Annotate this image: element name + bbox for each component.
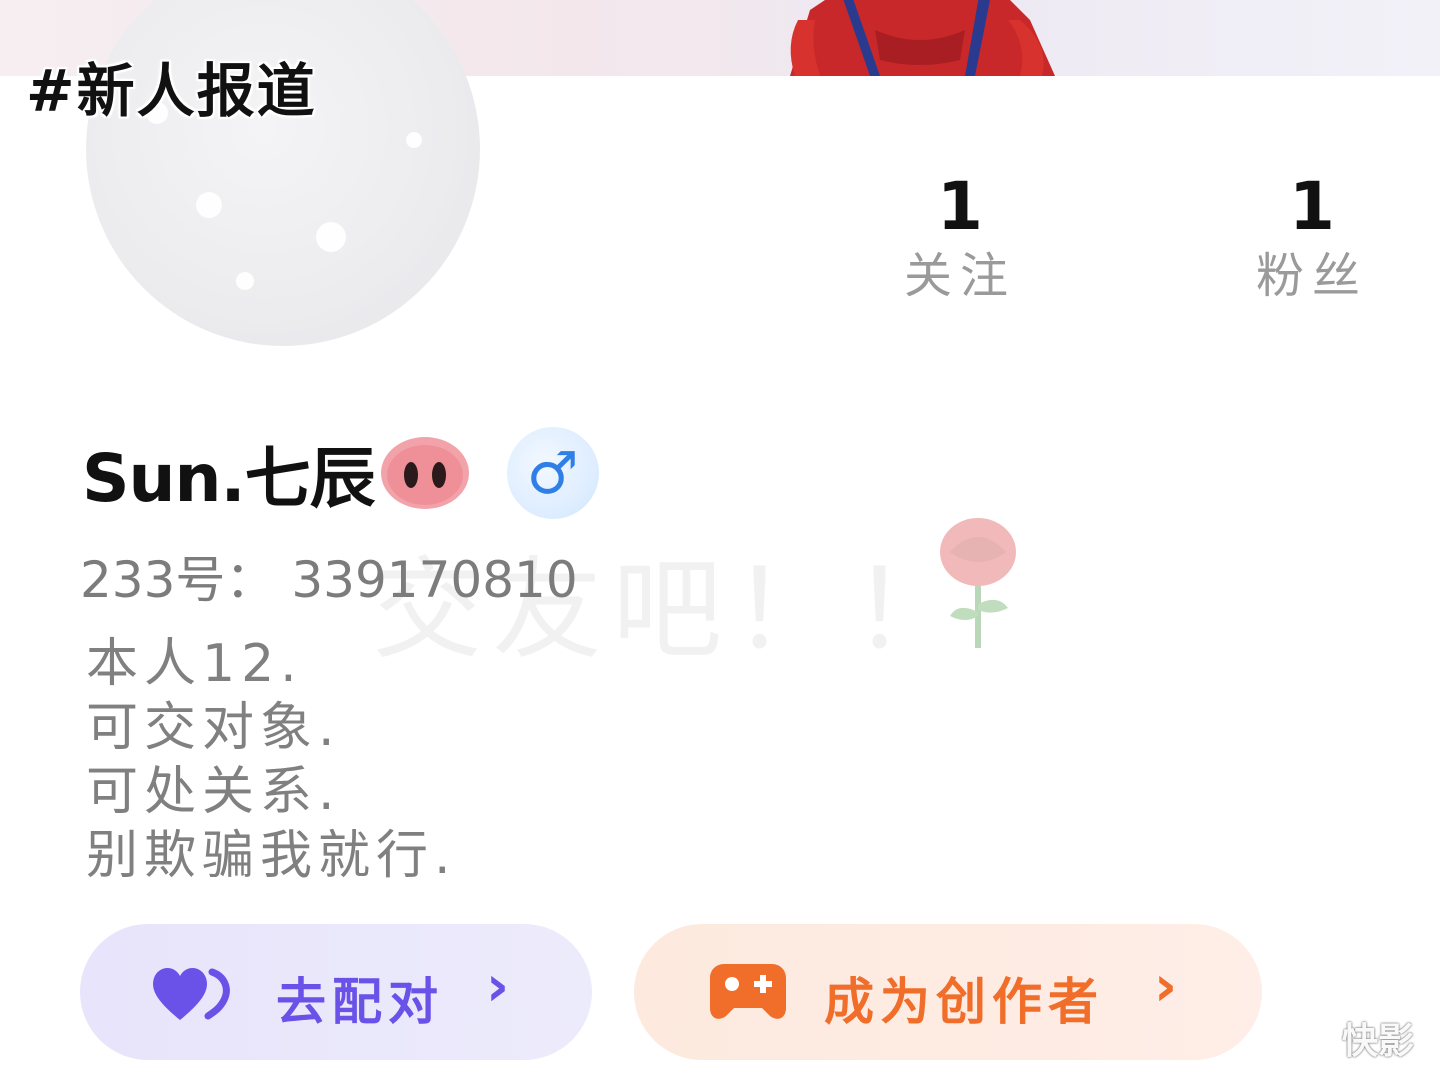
following-count: 1 [937,168,983,245]
fans-stat[interactable]: 1 粉丝 [1212,168,1412,305]
following-stat[interactable]: 1 关注 [860,168,1060,305]
male-icon: ♂ [506,427,599,519]
username: Sun.七辰 [82,440,376,517]
hashtag-overlay: #新人报道 [26,57,317,125]
bio-line: 别欺骗我就行. [86,826,457,886]
snow-decoration [316,222,346,252]
snow-decoration [406,132,422,148]
snow-decoration [196,192,222,218]
app-watermark: 快影 [1282,1012,1414,1064]
fans-count: 1 [1289,168,1335,245]
user-id[interactable]: 233号： 339170810 [80,540,578,612]
bio-line: 可交对象. [86,698,341,758]
snow-decoration [236,272,254,290]
name-row: Sun.七辰 ♂ [82,427,599,519]
match-label: 去配对 [276,973,444,1031]
following-label: 关注 [903,248,1016,304]
bio-line: 可处关系. [86,762,341,822]
fans-label: 粉丝 [1255,248,1368,304]
pig-nose-icon [380,437,469,509]
rose-icon [940,518,1016,648]
chevron-right-icon: › [486,954,510,1019]
heart-icon [153,967,230,1020]
gender-symbol: ♂ [526,439,579,507]
banner-character-image [790,0,1055,76]
camera-logo-icon [1282,1020,1334,1056]
app-watermark-text: 快影 [1342,1021,1415,1062]
become-creator-button[interactable]: 成为创作者 › [634,924,1262,1060]
bio-line: 本人12. [86,634,303,694]
become-creator-label: 成为创作者 [824,973,1104,1031]
match-button[interactable]: 去配对 › [80,924,592,1060]
chevron-right-icon: › [1154,954,1178,1019]
bio: 本人12. 可交对象. 可处关系. 别欺骗我就行. [86,632,457,888]
gamepad-icon [710,964,786,1019]
